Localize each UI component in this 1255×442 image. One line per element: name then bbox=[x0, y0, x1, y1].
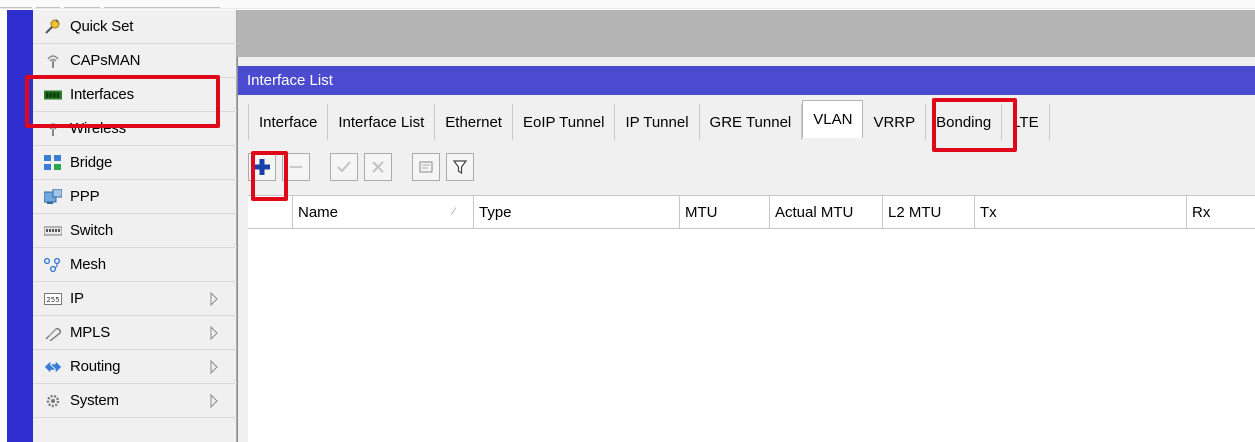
workspace-background bbox=[237, 10, 1255, 57]
tab-vlan[interactable]: VLAN bbox=[802, 100, 864, 138]
sidebar-item-capsman[interactable]: CAPsMAN bbox=[33, 44, 237, 78]
column-header-rx[interactable]: Rx bbox=[1186, 196, 1255, 229]
comment-button[interactable] bbox=[412, 153, 440, 181]
submenu-arrow-icon bbox=[210, 326, 218, 340]
filter-icon bbox=[452, 160, 468, 175]
tab-interface[interactable]: Interface bbox=[248, 104, 329, 140]
tab-gre-tunnel[interactable]: GRE Tunnel bbox=[699, 104, 803, 140]
column-header-blank bbox=[248, 196, 292, 229]
interface-table[interactable]: Name ⁄ Type MTU Actual MTU L2 MTU Tx Rx bbox=[248, 195, 1255, 442]
bridge-icon bbox=[44, 154, 62, 171]
column-header-tx[interactable]: Tx bbox=[974, 196, 1186, 229]
sidebar-item-label: Mesh bbox=[70, 256, 106, 273]
column-header-actual-mtu[interactable]: Actual MTU bbox=[769, 196, 882, 229]
routing-icon bbox=[44, 359, 62, 375]
add-button[interactable] bbox=[248, 153, 276, 181]
comment-icon bbox=[419, 161, 433, 173]
window-title[interactable]: Interface List bbox=[238, 66, 1255, 95]
filter-button[interactable] bbox=[446, 153, 474, 181]
disable-button[interactable] bbox=[364, 153, 392, 181]
submenu-arrow-icon bbox=[210, 394, 218, 408]
ppp-icon bbox=[44, 188, 62, 205]
sidebar-menu: Quick Set CAPsMAN Interfaces Wireless Br bbox=[33, 10, 237, 442]
enable-icon bbox=[337, 161, 351, 173]
column-header-type[interactable]: Type bbox=[473, 196, 679, 229]
system-icon bbox=[44, 393, 62, 409]
sidebar-item-switch[interactable]: Switch bbox=[33, 214, 237, 248]
remove-icon bbox=[290, 166, 302, 168]
wireless-icon bbox=[44, 121, 62, 137]
quick-set-icon bbox=[44, 18, 62, 35]
sidebar-item-wireless[interactable]: Wireless bbox=[33, 112, 237, 146]
sidebar-item-label: MPLS bbox=[70, 324, 111, 341]
ip-icon: 255 bbox=[44, 291, 62, 307]
sidebar-item-routing[interactable]: Routing bbox=[33, 350, 237, 384]
tab-ip-tunnel[interactable]: IP Tunnel bbox=[615, 104, 700, 140]
sidebar-item-label: Wireless bbox=[70, 120, 126, 137]
sidebar-item-mesh[interactable]: Mesh bbox=[33, 248, 237, 282]
interfaces-icon bbox=[44, 87, 62, 103]
toolbar bbox=[248, 150, 474, 184]
remove-button[interactable] bbox=[282, 153, 310, 181]
interface-list-window: Interface List Interface Interface List … bbox=[237, 57, 1255, 442]
sidebar-item-label: System bbox=[70, 392, 119, 409]
add-icon bbox=[254, 159, 270, 175]
top-strip bbox=[0, 0, 1255, 9]
capsman-icon bbox=[44, 53, 62, 69]
submenu-arrow-icon bbox=[210, 360, 218, 374]
sidebar-item-bridge[interactable]: Bridge bbox=[33, 146, 237, 180]
sidebar-item-ppp[interactable]: PPP bbox=[33, 180, 237, 214]
sidebar-item-label: CAPsMAN bbox=[70, 52, 141, 69]
tab-bonding[interactable]: Bonding bbox=[926, 104, 1003, 140]
sidebar-item-label: Interfaces bbox=[70, 86, 134, 103]
sidebar-item-label: Routing bbox=[70, 358, 121, 375]
tab-vrrp[interactable]: VRRP bbox=[863, 104, 927, 140]
mesh-icon bbox=[44, 257, 62, 273]
tab-eoip-tunnel[interactable]: EoIP Tunnel bbox=[512, 104, 616, 140]
left-brand-bar bbox=[7, 10, 33, 442]
svg-text:255: 255 bbox=[46, 296, 59, 304]
sidebar-item-mpls[interactable]: MPLS bbox=[33, 316, 237, 350]
sidebar-item-label: Bridge bbox=[70, 154, 113, 171]
column-header-label: Name bbox=[298, 204, 339, 221]
sidebar-item-quick-set[interactable]: Quick Set bbox=[33, 10, 237, 44]
column-header-mtu[interactable]: MTU bbox=[679, 196, 769, 229]
tab-ethernet[interactable]: Ethernet bbox=[435, 104, 513, 140]
sidebar-item-label: IP bbox=[70, 290, 84, 307]
switch-icon bbox=[44, 223, 62, 239]
sidebar-item-ip[interactable]: 255 IP bbox=[33, 282, 237, 316]
sort-indicator-icon: ⁄ bbox=[453, 206, 455, 218]
mpls-icon bbox=[44, 325, 62, 341]
tab-lte[interactable]: LTE bbox=[1002, 104, 1050, 140]
enable-button[interactable] bbox=[330, 153, 358, 181]
sidebar-item-interfaces[interactable]: Interfaces bbox=[33, 78, 237, 112]
sidebar-item-label: Switch bbox=[70, 222, 113, 239]
sidebar-item-label: Quick Set bbox=[70, 18, 134, 35]
tab-bar: Interface Interface List Ethernet EoIP T… bbox=[248, 100, 1050, 140]
column-header-l2-mtu[interactable]: L2 MTU bbox=[882, 196, 974, 229]
submenu-arrow-icon bbox=[210, 292, 218, 306]
tab-interface-list[interactable]: Interface List bbox=[328, 104, 436, 140]
winbox-screen: Quick Set CAPsMAN Interfaces Wireless Br bbox=[0, 0, 1255, 442]
sidebar-item-label: PPP bbox=[70, 188, 100, 205]
sidebar-item-system[interactable]: System bbox=[33, 384, 237, 418]
column-header-name[interactable]: Name ⁄ bbox=[292, 196, 473, 229]
table-header: Name ⁄ Type MTU Actual MTU L2 MTU Tx Rx bbox=[248, 196, 1255, 229]
disable-icon bbox=[372, 161, 384, 173]
